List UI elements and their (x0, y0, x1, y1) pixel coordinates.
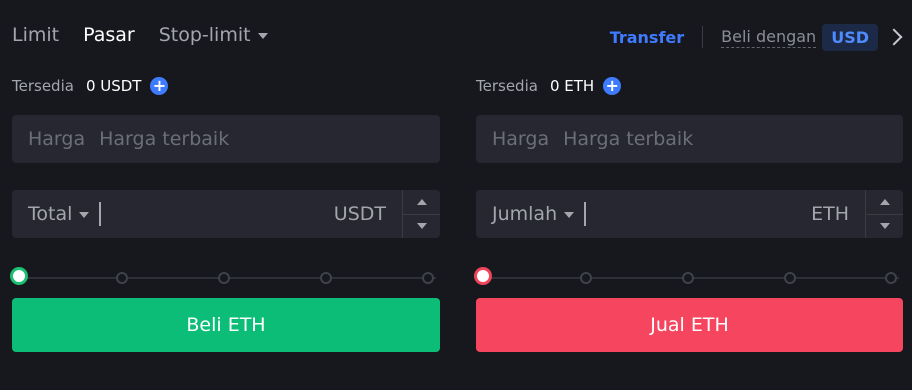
tab-stop-limit[interactable]: Stop-limit (159, 24, 268, 46)
total-stepper (402, 190, 440, 238)
price-label: Harga (492, 128, 550, 150)
slider-mark-50[interactable] (682, 272, 694, 284)
caret-down-icon (416, 223, 427, 230)
increment-button[interactable] (866, 190, 903, 215)
slider-mark-75[interactable] (320, 272, 332, 284)
sell-available: Tersedia 0 ETH + (476, 74, 903, 98)
caret-down-icon (879, 223, 890, 230)
plus-icon[interactable]: + (603, 77, 622, 95)
slider-mark-50[interactable] (218, 272, 230, 284)
total-input[interactable] (101, 190, 333, 238)
slider-mark-100[interactable] (422, 272, 434, 284)
buy-price-field[interactable]: Harga Harga terbaik (12, 115, 440, 163)
total-unit: USDT (333, 203, 386, 225)
sell-price-field[interactable]: Harga Harga terbaik (476, 115, 903, 163)
buy-button-label: Beli ETH (186, 314, 266, 336)
buy-with-label: Beli dengan (721, 26, 817, 48)
buy-button[interactable]: Beli ETH (12, 298, 440, 352)
sell-percent-slider[interactable] (474, 267, 903, 285)
slider-mark-25[interactable] (116, 272, 128, 284)
sell-amount-field: Jumlah ETH (476, 190, 903, 238)
caret-down-icon (79, 212, 90, 218)
price-value: Harga terbaik (563, 128, 694, 150)
available-value: 0 USDT (85, 77, 142, 95)
transfer-link[interactable]: Transfer (610, 28, 684, 47)
sell-button[interactable]: Jual ETH (476, 298, 903, 352)
slider-mark-75[interactable] (784, 272, 796, 284)
amount-selector[interactable]: Jumlah (476, 203, 575, 225)
total-selector[interactable]: Total (12, 203, 90, 225)
buy-total-field: Total USDT (12, 190, 440, 238)
currency-button[interactable]: USD (822, 23, 878, 51)
buy-percent-slider[interactable] (10, 267, 440, 285)
slider-handle[interactable] (10, 267, 28, 285)
available-label: Tersedia (476, 77, 538, 95)
header-actions: Transfer Beli dengan USD (610, 22, 903, 52)
decrement-button[interactable] (403, 215, 440, 239)
order-type-tabs: Limit Pasar Stop-limit (12, 21, 292, 49)
plus-icon[interactable]: + (150, 77, 169, 95)
buy-panel: Tersedia 0 USDT + Harga Harga terbaik To… (10, 74, 440, 352)
caret-down-icon (257, 33, 268, 39)
sell-button-label: Jual ETH (650, 314, 729, 336)
decrement-button[interactable] (866, 215, 903, 239)
amount-selector-label: Jumlah (492, 203, 558, 225)
available-label: Tersedia (12, 77, 74, 95)
buy-available: Tersedia 0 USDT + (12, 74, 440, 98)
price-label: Harga (28, 128, 86, 150)
divider (702, 26, 704, 48)
tab-limit-label: Limit (12, 24, 60, 46)
tab-stop-limit-label: Stop-limit (158, 24, 251, 46)
slider-handle[interactable] (474, 267, 492, 285)
tab-limit[interactable]: Limit (12, 24, 59, 46)
increment-button[interactable] (403, 190, 440, 215)
amount-input[interactable] (586, 190, 811, 238)
price-value: Harga terbaik (99, 128, 230, 150)
amount-unit: ETH (811, 203, 849, 225)
caret-down-icon (564, 212, 575, 218)
available-value: 0 ETH (549, 77, 595, 95)
slider-mark-25[interactable] (580, 272, 592, 284)
slider-mark-100[interactable] (885, 272, 897, 284)
caret-up-icon (416, 198, 427, 205)
chevron-right-icon[interactable] (885, 28, 903, 46)
caret-up-icon (879, 198, 890, 205)
tab-market-label: Pasar (83, 24, 135, 46)
sell-panel: Tersedia 0 ETH + Harga Harga terbaik Jum… (474, 74, 903, 352)
tab-market[interactable]: Pasar (83, 24, 135, 46)
amount-stepper (865, 190, 903, 238)
total-selector-label: Total (28, 203, 73, 225)
